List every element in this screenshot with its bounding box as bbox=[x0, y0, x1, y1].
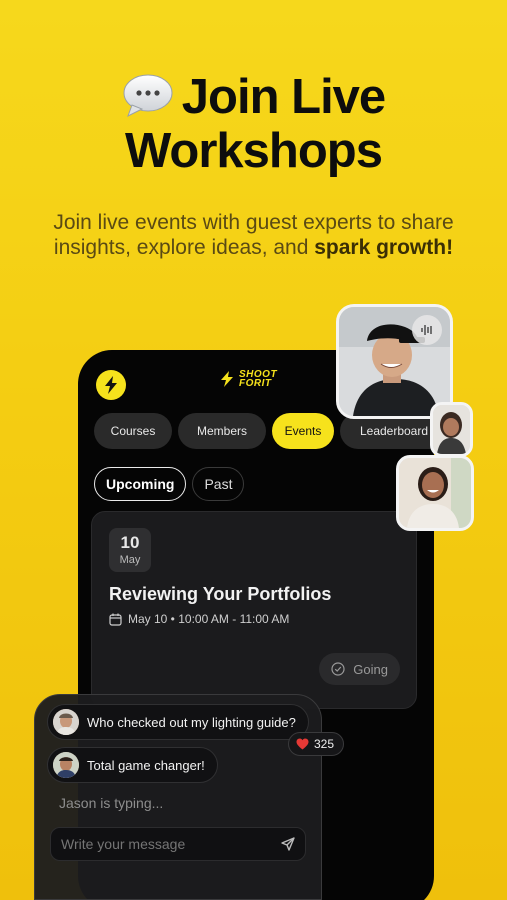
hero-title: Join Live Workshops bbox=[0, 70, 507, 178]
heart-icon bbox=[296, 738, 309, 750]
hero-subtitle-emphasis: spark growth! bbox=[314, 236, 454, 259]
chat-message: Who checked out my lighting guide? bbox=[47, 704, 309, 740]
chat-message-text: Total game changer! bbox=[87, 757, 205, 773]
reaction-count: 325 bbox=[314, 737, 335, 751]
event-day: 10 bbox=[120, 533, 140, 552]
hero-title-line1: Join Live bbox=[181, 70, 386, 124]
calendar-icon bbox=[109, 613, 122, 626]
event-time: May 10 • 10:00 AM - 11:00 AM bbox=[128, 612, 290, 626]
tab-events[interactable]: Events bbox=[272, 413, 334, 449]
hero-subtitle: Join live events with guest experts to s… bbox=[40, 210, 467, 260]
app-logo[interactable] bbox=[96, 370, 126, 400]
participant-avatar bbox=[433, 405, 470, 454]
participant-avatar-2 bbox=[399, 458, 471, 528]
chat-message: Total game changer! bbox=[47, 747, 218, 783]
audio-wave-icon bbox=[421, 325, 432, 335]
event-date-badge: 10 May bbox=[109, 528, 151, 572]
typing-indicator: Jason is typing... bbox=[59, 795, 164, 811]
reaction-badge[interactable]: 325 bbox=[288, 732, 345, 756]
event-card[interactable]: 10 May Reviewing Your Portfolios May 10 … bbox=[91, 511, 417, 709]
going-label: Going bbox=[353, 661, 388, 677]
hero-title-line2: Workshops bbox=[125, 124, 383, 178]
brand-logo: SHOOT FORIT bbox=[218, 369, 287, 389]
send-icon[interactable] bbox=[280, 836, 296, 852]
brand-mark-icon bbox=[221, 371, 233, 387]
participant-video-tile[interactable] bbox=[430, 402, 473, 457]
host-video-tile[interactable] bbox=[336, 304, 453, 419]
audio-toggle[interactable] bbox=[412, 315, 442, 345]
participant-video-tile-2[interactable] bbox=[396, 455, 474, 531]
chat-message-text: Who checked out my lighting guide? bbox=[87, 714, 296, 730]
event-filters: Upcoming Past bbox=[94, 467, 245, 501]
message-input[interactable] bbox=[50, 827, 306, 861]
tab-members[interactable]: Members bbox=[178, 413, 266, 449]
event-time-row: May 10 • 10:00 AM - 11:00 AM bbox=[109, 612, 289, 626]
brand-name: SHOOT FORIT bbox=[239, 369, 278, 389]
lightning-logo-icon bbox=[105, 376, 117, 394]
going-button[interactable]: Going bbox=[319, 653, 400, 685]
filter-past[interactable]: Past bbox=[192, 467, 245, 501]
avatar bbox=[53, 709, 79, 735]
tab-courses[interactable]: Courses bbox=[94, 413, 172, 449]
filter-upcoming[interactable]: Upcoming bbox=[94, 467, 187, 501]
check-circle-icon bbox=[331, 662, 345, 676]
event-title: Reviewing Your Portfolios bbox=[109, 584, 332, 604]
event-month: May bbox=[119, 554, 141, 566]
avatar bbox=[53, 752, 79, 778]
live-chat-panel: Who checked out my lighting guide? Total… bbox=[34, 694, 322, 900]
speech-bubble-icon bbox=[123, 74, 173, 117]
